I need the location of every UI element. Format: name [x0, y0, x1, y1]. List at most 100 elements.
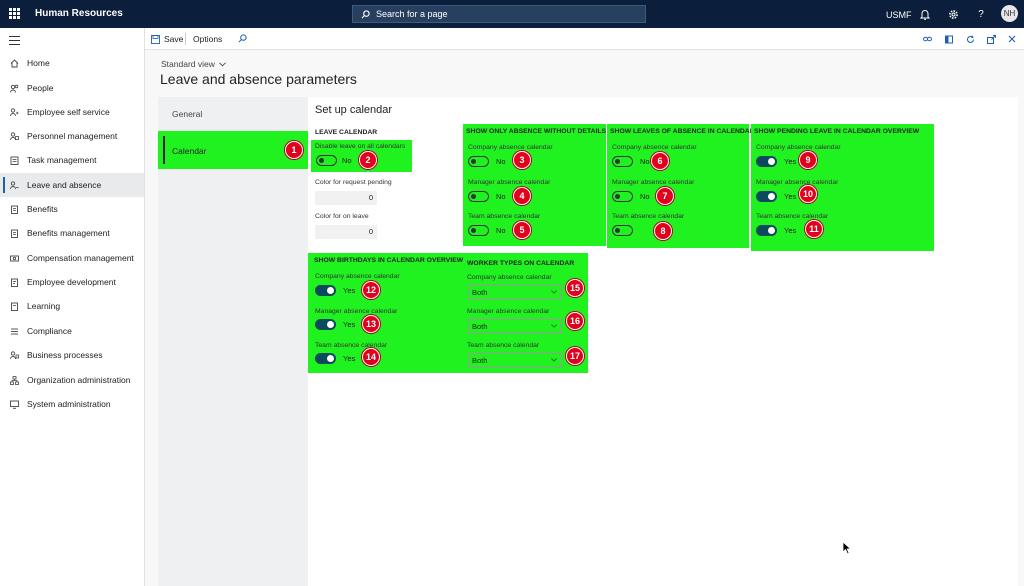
group-title: SHOW PENDING LEAVE IN CALENDAR OVERVIEW [754, 128, 920, 135]
annotation-badge: 15 [566, 279, 584, 297]
navigation-pane: Home People Employee self service Person… [0, 28, 145, 586]
chevron-down-icon [551, 324, 557, 328]
company-selector[interactable]: USMF [886, 10, 912, 20]
field-label: Team absence calendar [468, 213, 541, 220]
toggle-value: No [496, 192, 506, 201]
nav-item-leave-and-absence[interactable]: Leave and absence [0, 173, 144, 197]
nav-item-benefits-management[interactable]: Benefits management [0, 221, 144, 245]
link-icon[interactable] [922, 34, 932, 44]
nav-item-personnel-management[interactable]: Personnel management [0, 124, 144, 148]
nav-item-label: Employee self service [27, 107, 110, 117]
on-leave-color-input[interactable]: 0 [315, 225, 377, 239]
nav-item-compensation-management[interactable]: Compensation management [0, 246, 144, 270]
company-absence-toggle[interactable] [612, 156, 633, 167]
field-label: Team absence calendar [756, 213, 829, 220]
chevron-down-icon [219, 62, 227, 67]
nav-item-label: System administration [27, 399, 111, 409]
avatar[interactable]: NH [1001, 5, 1018, 22]
gear-icon[interactable] [946, 7, 960, 21]
annotation-badge: 1 [285, 141, 303, 159]
company-absence-toggle[interactable] [315, 285, 336, 296]
field-label: Manager absence calendar [756, 179, 839, 186]
find-icon[interactable] [238, 34, 247, 43]
nav-item-business-processes[interactable]: Business processes [0, 343, 144, 367]
nav-item-employee-development[interactable]: Employee development [0, 270, 144, 294]
toggle-value: No [342, 156, 352, 165]
nav-item-people[interactable]: People [0, 76, 144, 100]
pending-color-input[interactable]: 0 [315, 191, 377, 205]
close-icon[interactable] [1007, 34, 1017, 44]
manager-absence-toggle[interactable] [468, 191, 489, 202]
annotation-badge: 6 [651, 152, 669, 170]
field-label: Manager absence calendar [468, 179, 551, 186]
business-process-icon [9, 350, 19, 360]
field-label: Color for on leave [315, 213, 369, 220]
nav-item-label: Task management [27, 155, 97, 165]
leave-icon [9, 180, 19, 190]
save-button[interactable]: Save [151, 34, 183, 44]
benefits-icon [9, 204, 19, 214]
bell-icon[interactable] [918, 7, 932, 21]
group-title: SHOW BIRTHDAYS IN CALENDAR OVERVIEW [314, 257, 464, 264]
refresh-icon[interactable] [965, 34, 975, 44]
annotation-badge: 2 [359, 151, 377, 169]
nav-item-employee-self-service[interactable]: Employee self service [0, 100, 144, 124]
app-title[interactable]: Human Resources [35, 8, 123, 19]
hamburger-icon[interactable] [9, 36, 20, 48]
save-label: Save [164, 34, 184, 44]
annotation-badge: 9 [799, 151, 817, 169]
content-pane: Set up calendar LEAVE CALENDAR Disable l… [308, 97, 1018, 586]
view-selector[interactable]: Standard view [161, 59, 227, 69]
company-absence-toggle[interactable] [756, 156, 777, 167]
annotation-badge: 14 [362, 348, 380, 366]
nav-item-home[interactable]: Home [0, 51, 144, 75]
field-label: Team absence calendar [467, 342, 540, 349]
help-icon[interactable]: ? [974, 7, 988, 21]
team-absence-toggle[interactable] [315, 353, 336, 364]
waffle-icon[interactable] [9, 8, 20, 19]
show-birthdays-group: SHOW BIRTHDAYS IN CALENDAR OVERVIEW Comp… [308, 253, 465, 373]
tab-calendar[interactable]: Calendar 1 [158, 131, 308, 169]
toggle-value: Yes [784, 192, 797, 201]
nav-item-system-administration[interactable]: System administration [0, 392, 144, 416]
top-bar: Human Resources Search for a page USMF ?… [0, 0, 1024, 28]
chevron-down-icon [551, 358, 557, 362]
self-service-icon [9, 107, 19, 117]
benefits-management-icon [9, 228, 19, 238]
show-pending-group: SHOW PENDING LEAVE IN CALENDAR OVERVIEW … [751, 124, 934, 251]
select-value: Both [472, 288, 488, 297]
company-worker-type-select[interactable]: Both [468, 285, 562, 300]
manager-absence-toggle[interactable] [612, 191, 633, 202]
nav-item-learning[interactable]: Learning [0, 294, 144, 318]
toggle-value: Yes [784, 226, 797, 235]
group-title: WORKER TYPES ON CALENDAR [467, 260, 575, 267]
team-absence-toggle[interactable] [612, 225, 633, 236]
nav-item-compliance[interactable]: Compliance [0, 319, 144, 343]
search-input[interactable]: Search for a page [352, 5, 646, 23]
field-label: Team absence calendar [612, 213, 685, 220]
tab-general[interactable]: General [172, 109, 202, 119]
office-icon[interactable] [944, 34, 954, 44]
nav-item-task-management[interactable]: Task management [0, 148, 144, 172]
nav-item-label: Learning [27, 301, 61, 311]
field-label: Company absence calendar [315, 273, 400, 280]
compensation-icon [9, 253, 19, 263]
nav-item-organization-administration[interactable]: Organization administration [0, 368, 144, 392]
nav-item-label: Benefits management [27, 228, 110, 238]
manager-absence-toggle[interactable] [756, 191, 777, 202]
manager-absence-toggle[interactable] [315, 319, 336, 330]
team-worker-type-select[interactable]: Both [468, 353, 562, 368]
task-icon [9, 155, 19, 165]
disable-leave-toggle[interactable] [316, 155, 337, 166]
manager-worker-type-select[interactable]: Both [468, 319, 562, 334]
nav-item-label: Benefits [27, 204, 58, 214]
toggle-value: No [640, 192, 650, 201]
team-absence-toggle[interactable] [468, 225, 489, 236]
open-new-window-icon[interactable] [986, 34, 996, 44]
company-absence-toggle[interactable] [468, 156, 489, 167]
annotation-badge: 8 [654, 222, 672, 240]
team-absence-toggle[interactable] [756, 225, 777, 236]
nav-item-benefits[interactable]: Benefits [0, 197, 144, 221]
nav-item-label: Personnel management [27, 131, 118, 141]
options-button[interactable]: Options [193, 34, 222, 44]
